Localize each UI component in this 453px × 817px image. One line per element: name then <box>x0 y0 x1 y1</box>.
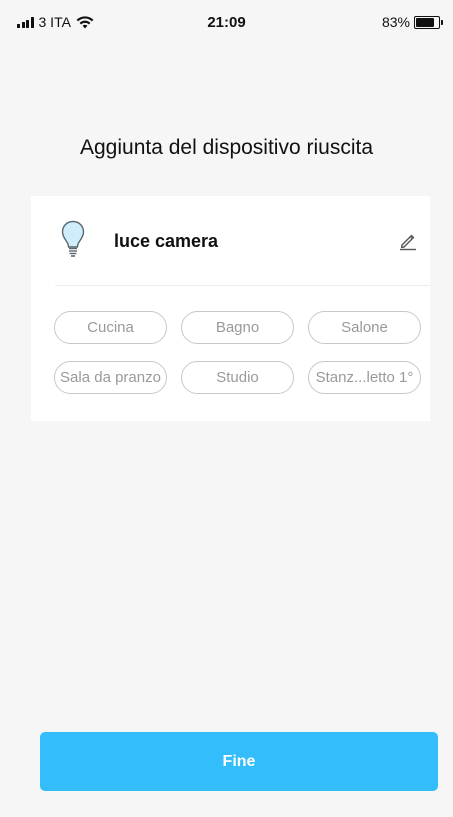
status-bar: 3 ITA 21:09 83% <box>0 0 453 46</box>
edit-name-button[interactable] <box>386 226 430 256</box>
device-row: luce camera <box>31 196 430 286</box>
room-chip-bagno[interactable]: Bagno <box>181 311 294 344</box>
room-chip-studio[interactable]: Studio <box>181 361 294 394</box>
battery-percent: 83% <box>381 14 410 30</box>
device-card: luce camera Cucina Bagno Salone Sala da … <box>31 196 430 421</box>
pencil-icon <box>400 234 416 251</box>
battery-fill <box>416 17 435 27</box>
battery-icon <box>414 15 440 29</box>
device-name: luce camera <box>114 231 219 251</box>
room-chip-sala-da-pranzo[interactable]: Sala da pranzo <box>54 361 167 394</box>
status-right: 83% <box>382 14 443 30</box>
room-chip-salone[interactable]: Salone <box>308 311 421 344</box>
room-chip-cucina[interactable]: Cucina <box>54 311 167 344</box>
lightbulb-icon <box>61 220 85 257</box>
battery-tip <box>441 19 443 25</box>
done-button[interactable]: Fine <box>40 732 438 791</box>
room-chip-stanza-letto[interactable]: Stanz...letto 1° <box>308 361 421 394</box>
divider <box>55 285 430 286</box>
page-title: Aggiunta del dispositivo riuscita <box>80 136 373 159</box>
